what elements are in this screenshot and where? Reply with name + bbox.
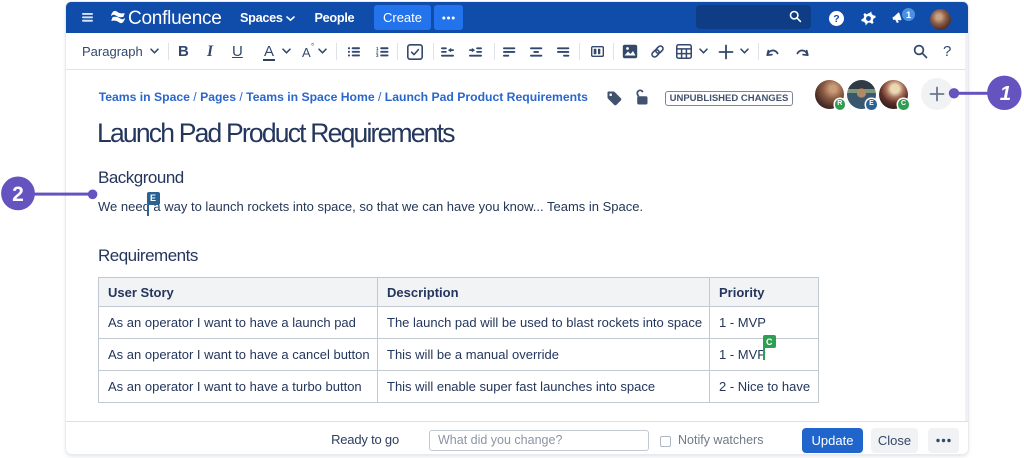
svg-text:1: 1: [1000, 82, 1011, 105]
svg-text:2: 2: [12, 183, 24, 206]
